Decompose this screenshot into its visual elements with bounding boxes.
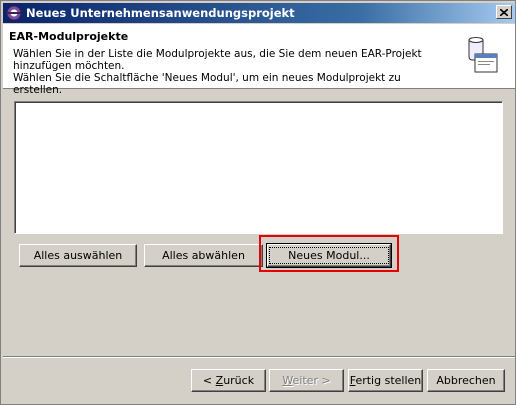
close-icon xyxy=(500,8,508,16)
next-label: Weiter > xyxy=(282,374,331,387)
annotation-highlight-box xyxy=(259,235,399,272)
select-all-button[interactable]: Alles auswählen xyxy=(19,244,137,267)
page-description: Wählen Sie in der Liste die Modulprojekt… xyxy=(13,48,453,96)
page-title: EAR-Modulprojekte xyxy=(9,30,129,43)
ear-project-wizard-icon xyxy=(468,37,498,73)
cancel-button[interactable]: Abbrechen xyxy=(427,369,505,392)
close-button[interactable] xyxy=(496,5,512,19)
window-title: Neues Unternehmensanwendungsprojekt xyxy=(26,6,295,20)
cancel-label: Abbrechen xyxy=(436,374,496,387)
eclipse-app-icon xyxy=(6,5,22,21)
deselect-all-button[interactable]: Alles abwählen xyxy=(144,244,263,267)
description-line-2: Wählen Sie die Schaltfläche 'Neues Modul… xyxy=(13,72,401,96)
select-all-label: Alles auswählen xyxy=(33,249,123,262)
dialog-window: Neues Unternehmensanwendungsprojekt EAR-… xyxy=(0,0,516,405)
deselect-all-label: Alles abwählen xyxy=(162,249,245,262)
back-label: < Zurück xyxy=(202,374,255,387)
module-project-list[interactable] xyxy=(14,101,503,234)
wizard-header: EAR-Modulprojekte Wählen Sie in der List… xyxy=(3,24,515,96)
back-button[interactable]: < Zurück xyxy=(191,369,266,392)
title-bar: Neues Unternehmensanwendungsprojekt xyxy=(3,3,515,23)
finish-button[interactable]: Fertig stellen xyxy=(348,369,423,392)
footer-separator xyxy=(3,356,515,358)
finish-label: Fertig stellen xyxy=(349,374,422,387)
next-button[interactable]: Weiter > xyxy=(269,369,344,392)
description-line-1: Wählen Sie in der Liste die Modulprojekt… xyxy=(13,48,422,72)
